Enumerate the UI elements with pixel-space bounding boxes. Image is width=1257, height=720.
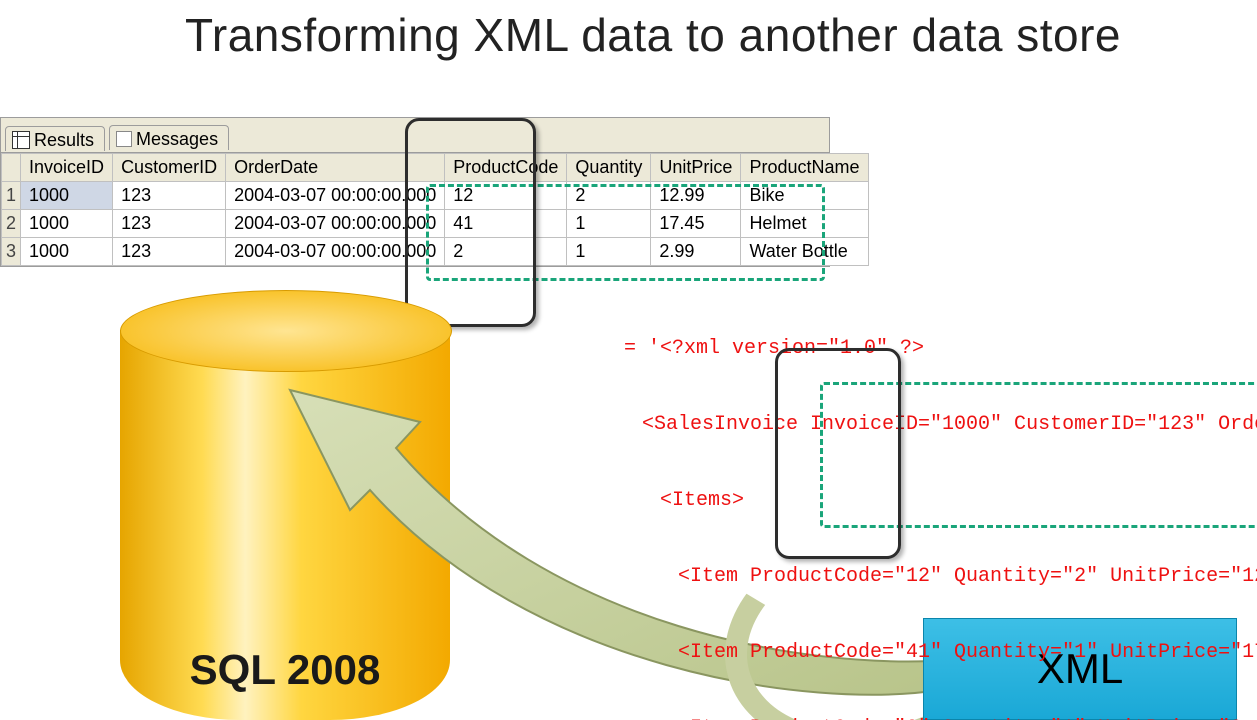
cell: 1 xyxy=(567,238,651,266)
tab-results-label: Results xyxy=(34,130,94,151)
results-table: InvoiceID CustomerID OrderDate ProductCo… xyxy=(1,153,869,266)
cell: 2004-03-07 00:00:00.000 xyxy=(226,182,445,210)
xml-line: <Item ProductCode="12" Quantity="2" Unit… xyxy=(624,558,1257,596)
cell: 2004-03-07 00:00:00.000 xyxy=(226,238,445,266)
table-row[interactable]: 2 1000 123 2004-03-07 00:00:00.000 41 1 … xyxy=(2,210,869,238)
grid-icon xyxy=(12,131,30,149)
col-customerid: CustomerID xyxy=(113,154,226,182)
col-productname: ProductName xyxy=(741,154,868,182)
xml-line: <Item ProductCode="41" Quantity="1" Unit… xyxy=(624,634,1257,672)
cell: 1000 xyxy=(21,182,113,210)
cylinder-label: SQL 2008 xyxy=(120,646,450,694)
cell: 123 xyxy=(113,182,226,210)
xml-line: <Items> xyxy=(624,482,1257,520)
col-productcode: ProductCode xyxy=(445,154,567,182)
tab-results[interactable]: Results xyxy=(5,126,105,151)
row-number: 1 xyxy=(2,182,21,210)
tab-messages-label: Messages xyxy=(136,129,218,150)
xml-line: = '<?xml version="1.0" ?> xyxy=(624,330,1257,368)
cell: 2 xyxy=(445,238,567,266)
cell: 12 xyxy=(445,182,567,210)
cell: 17.45 xyxy=(651,210,741,238)
cell: 1 xyxy=(567,210,651,238)
row-number: 2 xyxy=(2,210,21,238)
table-header-row: InvoiceID CustomerID OrderDate ProductCo… xyxy=(2,154,869,182)
col-orderdate: OrderDate xyxy=(226,154,445,182)
cell: Water Bottle xyxy=(741,238,868,266)
cell: 2004-03-07 00:00:00.000 xyxy=(226,210,445,238)
slide-title: Transforming XML data to another data st… xyxy=(185,8,1121,62)
sql-results-pane: Results Messages InvoiceID CustomerID Or… xyxy=(0,117,830,267)
cell: 12.99 xyxy=(651,182,741,210)
xml-line: <Item ProductCode="2" Quantity="1" UnitP… xyxy=(624,710,1257,720)
results-tabbar: Results Messages xyxy=(1,118,829,153)
cell: 123 xyxy=(113,210,226,238)
cell: 41 xyxy=(445,210,567,238)
col-invoiceid: InvoiceID xyxy=(21,154,113,182)
messages-icon xyxy=(116,131,132,147)
cell: Bike xyxy=(741,182,868,210)
cell: 2 xyxy=(567,182,651,210)
col-rownum xyxy=(2,154,21,182)
row-number: 3 xyxy=(2,238,21,266)
cell: 2.99 xyxy=(651,238,741,266)
sql-cylinder: SQL 2008 xyxy=(120,290,450,720)
cell: Helmet xyxy=(741,210,868,238)
col-quantity: Quantity xyxy=(567,154,651,182)
col-unitprice: UnitPrice xyxy=(651,154,741,182)
cell: 1000 xyxy=(21,210,113,238)
cylinder-top xyxy=(120,290,452,372)
cell: 123 xyxy=(113,238,226,266)
tab-messages[interactable]: Messages xyxy=(109,125,229,150)
cell: 1000 xyxy=(21,238,113,266)
table-row[interactable]: 1 1000 123 2004-03-07 00:00:00.000 12 2 … xyxy=(2,182,869,210)
xml-code-block: = '<?xml version="1.0" ?> <SalesInvoice … xyxy=(624,292,1257,720)
table-row[interactable]: 3 1000 123 2004-03-07 00:00:00.000 2 1 2… xyxy=(2,238,869,266)
xml-line: <SalesInvoice InvoiceID="1000" CustomerI… xyxy=(624,406,1257,444)
